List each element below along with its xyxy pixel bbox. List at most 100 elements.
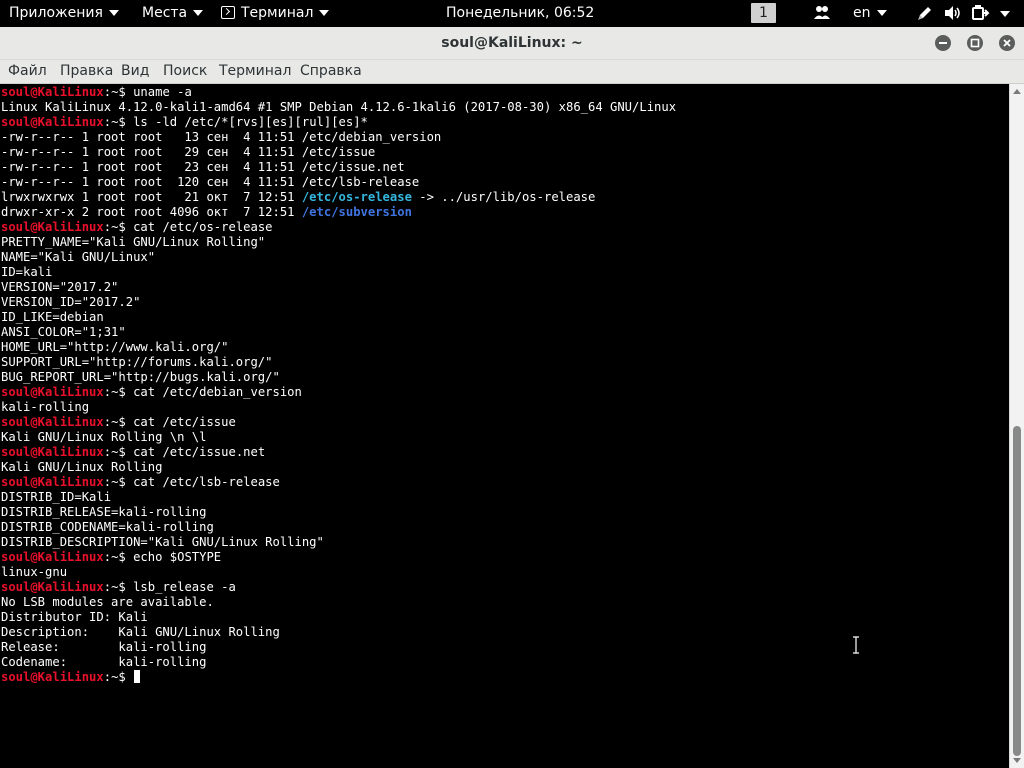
- terminal-output-line: PRETTY_NAME="Kali GNU/Linux Rolling": [1, 235, 265, 250]
- terminal-command-line: soul@KaliLinux:~$ cat /etc/lsb-release: [1, 475, 280, 490]
- command-text: lsb_release -a: [133, 580, 236, 594]
- minimize-icon[interactable]: [935, 35, 951, 51]
- menu-help[interactable]: Справка: [300, 60, 362, 82]
- terminal-output-line: lrwxrwxrwx 1 root root 21 окт 7 12:51 /e…: [1, 190, 595, 205]
- terminal-output-line: DISTRIB_ID=Kali: [1, 490, 111, 505]
- listing-prefix: lrwxrwxrwx 1 root root 21 окт 7 12:51: [1, 190, 302, 204]
- command-text: echo $OSTYPE: [133, 550, 222, 564]
- prompt-suffix: :~$: [103, 445, 134, 459]
- output-text: Kali GNU/Linux Rolling: [1, 460, 163, 474]
- terminal-command-line: soul@KaliLinux:~$ uname -a: [1, 85, 192, 100]
- output-text: BUG_REPORT_URL="http://bugs.kali.org/": [1, 370, 280, 384]
- output-text: DISTRIB_CODENAME=kali-rolling: [1, 520, 214, 534]
- menu-terminal[interactable]: Терминал: [219, 60, 291, 82]
- menu-search[interactable]: Поиск: [163, 60, 207, 82]
- chevron-down-icon: [319, 10, 330, 16]
- text-cursor-icon: [853, 636, 859, 654]
- close-icon[interactable]: [999, 35, 1015, 51]
- vertical-scrollbar[interactable]: [1009, 84, 1024, 768]
- window-title: soul@KaliLinux: ~: [441, 35, 583, 51]
- output-text: ID=kali: [1, 265, 53, 279]
- terminal-output-line: -rw-r--r-- 1 root root 120 сен 4 11:51 /…: [1, 175, 419, 190]
- places-menu[interactable]: Места: [142, 0, 204, 27]
- terminal-output-line: ID_LIKE=debian: [1, 310, 104, 325]
- output-text: kali-rolling: [1, 400, 90, 414]
- output-text: -rw-r--r-- 1 root root 23 сен 4 11:51 /e…: [1, 160, 405, 174]
- prompt-suffix: :~$: [103, 580, 134, 594]
- output-text: -rw-r--r-- 1 root root 13 сен 4 11:51 /e…: [1, 130, 442, 144]
- command-text: uname -a: [133, 85, 192, 99]
- terminal-output-line: Release: kali-rolling: [1, 640, 206, 655]
- terminal-output-line: -rw-r--r-- 1 root root 29 сен 4 11:51 /e…: [1, 145, 375, 160]
- terminal-output-line: linux-gnu: [1, 565, 67, 580]
- people-icon[interactable]: [813, 4, 831, 26]
- terminal-output-line: SUPPORT_URL="http://forums.kali.org/": [1, 355, 273, 370]
- terminal-output-line: kali-rolling: [1, 400, 89, 415]
- terminal-output-line: Linux KaliLinux 4.12.0-kali1-amd64 #1 SM…: [1, 100, 676, 115]
- maximize-icon[interactable]: [967, 35, 983, 51]
- listing-prefix: drwxr-xr-x 2 root root 4096 окт 7 12:51: [1, 205, 302, 219]
- terminal-output-line: ANSI_COLOR="1;31": [1, 325, 126, 340]
- chevron-down-icon: [876, 10, 887, 16]
- prompt-suffix: :~$: [103, 550, 134, 564]
- terminal-output-line: Distributor ID: Kali: [1, 610, 148, 625]
- chevron-down-icon: [108, 10, 119, 16]
- scroll-down-icon[interactable]: [1013, 758, 1021, 763]
- pen-icon[interactable]: [916, 4, 934, 26]
- chevron-down-icon[interactable]: [1000, 11, 1010, 17]
- prompt-suffix: :~$: [103, 85, 134, 99]
- output-text: DISTRIB_ID=Kali: [1, 490, 112, 504]
- terminal-output-line: DISTRIB_CODENAME=kali-rolling: [1, 520, 214, 535]
- top-panel: Приложения Места Терминал Понедельник, 0…: [0, 0, 1024, 27]
- terminal-output-line: NAME="Kali GNU/Linux": [1, 250, 155, 265]
- scrollbar-thumb[interactable]: [1013, 426, 1021, 756]
- terminal-output[interactable]: soul@KaliLinux:~$ uname -a Linux KaliLinu…: [0, 84, 1009, 768]
- terminal-cursor: [134, 670, 141, 683]
- terminal-output-line: Kali GNU/Linux Rolling: [1, 460, 162, 475]
- prompt-user-host: soul@KaliLinux: [1, 475, 104, 489]
- prompt-suffix: :~$: [103, 385, 134, 399]
- output-text: NAME="Kali GNU/Linux": [1, 250, 156, 264]
- output-text: -rw-r--r-- 1 root root 29 сен 4 11:51 /e…: [1, 145, 376, 159]
- menu-edit[interactable]: Правка: [60, 60, 113, 82]
- terminal-output-line: -rw-r--r-- 1 root root 23 сен 4 11:51 /e…: [1, 160, 405, 175]
- prompt-suffix: :~$: [103, 415, 134, 429]
- symlink-target: -> ../usr/lib/os-release: [411, 190, 596, 204]
- scroll-up-icon[interactable]: [1013, 89, 1021, 94]
- terminal-output-line: DISTRIB_DESCRIPTION="Kali GNU/Linux Roll…: [1, 535, 324, 550]
- terminal-output-line: VERSION_ID="2017.2": [1, 295, 140, 310]
- output-text: -rw-r--r-- 1 root root 120 сен 4 11:51 /…: [1, 175, 420, 189]
- output-text: Kali GNU/Linux Rolling \n \l: [1, 430, 207, 444]
- command-text: cat /etc/debian_version: [133, 385, 302, 399]
- terminal-output-line: drwxr-xr-x 2 root root 4096 окт 7 12:51 …: [1, 205, 412, 220]
- command-text: ls -ld /etc/*[rvs][es][rul][es]*: [133, 115, 368, 129]
- terminal-output-line: BUG_REPORT_URL="http://bugs.kali.org/": [1, 370, 280, 385]
- prompt-suffix: :~$: [103, 115, 134, 129]
- output-text: VERSION="2017.2": [1, 280, 119, 294]
- terminal-command-line: soul@KaliLinux:~$ cat /etc/issue.net: [1, 445, 265, 460]
- window-titlebar[interactable]: soul@KaliLinux: ~: [0, 27, 1024, 60]
- clock[interactable]: Понедельник, 06:52: [446, 0, 594, 27]
- terminal-output-line: No LSB modules are available.: [1, 595, 214, 610]
- prompt-user-host: soul@KaliLinux: [1, 580, 104, 594]
- power-icon[interactable]: [971, 4, 991, 26]
- terminal-output-line: -rw-r--r-- 1 root root 13 сен 4 11:51 /e…: [1, 130, 441, 145]
- terminal-output-line: DISTRIB_RELEASE=kali-rolling: [1, 505, 206, 520]
- terminal-command-line: soul@KaliLinux:~$ ls -ld /etc/*[rvs][es]…: [1, 115, 368, 130]
- terminal-output-line: Kali GNU/Linux Rolling \n \l: [1, 430, 206, 445]
- terminal-icon: [221, 5, 235, 19]
- terminal-app-menu[interactable]: Терминал: [221, 0, 330, 27]
- workspace-indicator[interactable]: 1: [751, 3, 776, 23]
- menu-file[interactable]: Файл: [8, 60, 47, 82]
- terminal-command-line: soul@KaliLinux:~$ cat /etc/debian_versio…: [1, 385, 302, 400]
- output-text: ANSI_COLOR="1;31": [1, 325, 126, 339]
- prompt-user-host: soul@KaliLinux: [1, 550, 104, 564]
- applications-menu[interactable]: Приложения: [9, 0, 119, 27]
- output-text: Linux KaliLinux 4.12.0-kali1-amd64 #1 SM…: [1, 100, 677, 114]
- volume-icon[interactable]: [943, 4, 963, 26]
- output-text: DISTRIB_DESCRIPTION="Kali GNU/Linux Roll…: [1, 535, 324, 549]
- menu-view[interactable]: Вид: [121, 60, 149, 82]
- output-text: linux-gnu: [1, 565, 68, 579]
- command-text: cat /etc/lsb-release: [133, 475, 280, 489]
- keyboard-layout-menu[interactable]: en: [853, 0, 887, 27]
